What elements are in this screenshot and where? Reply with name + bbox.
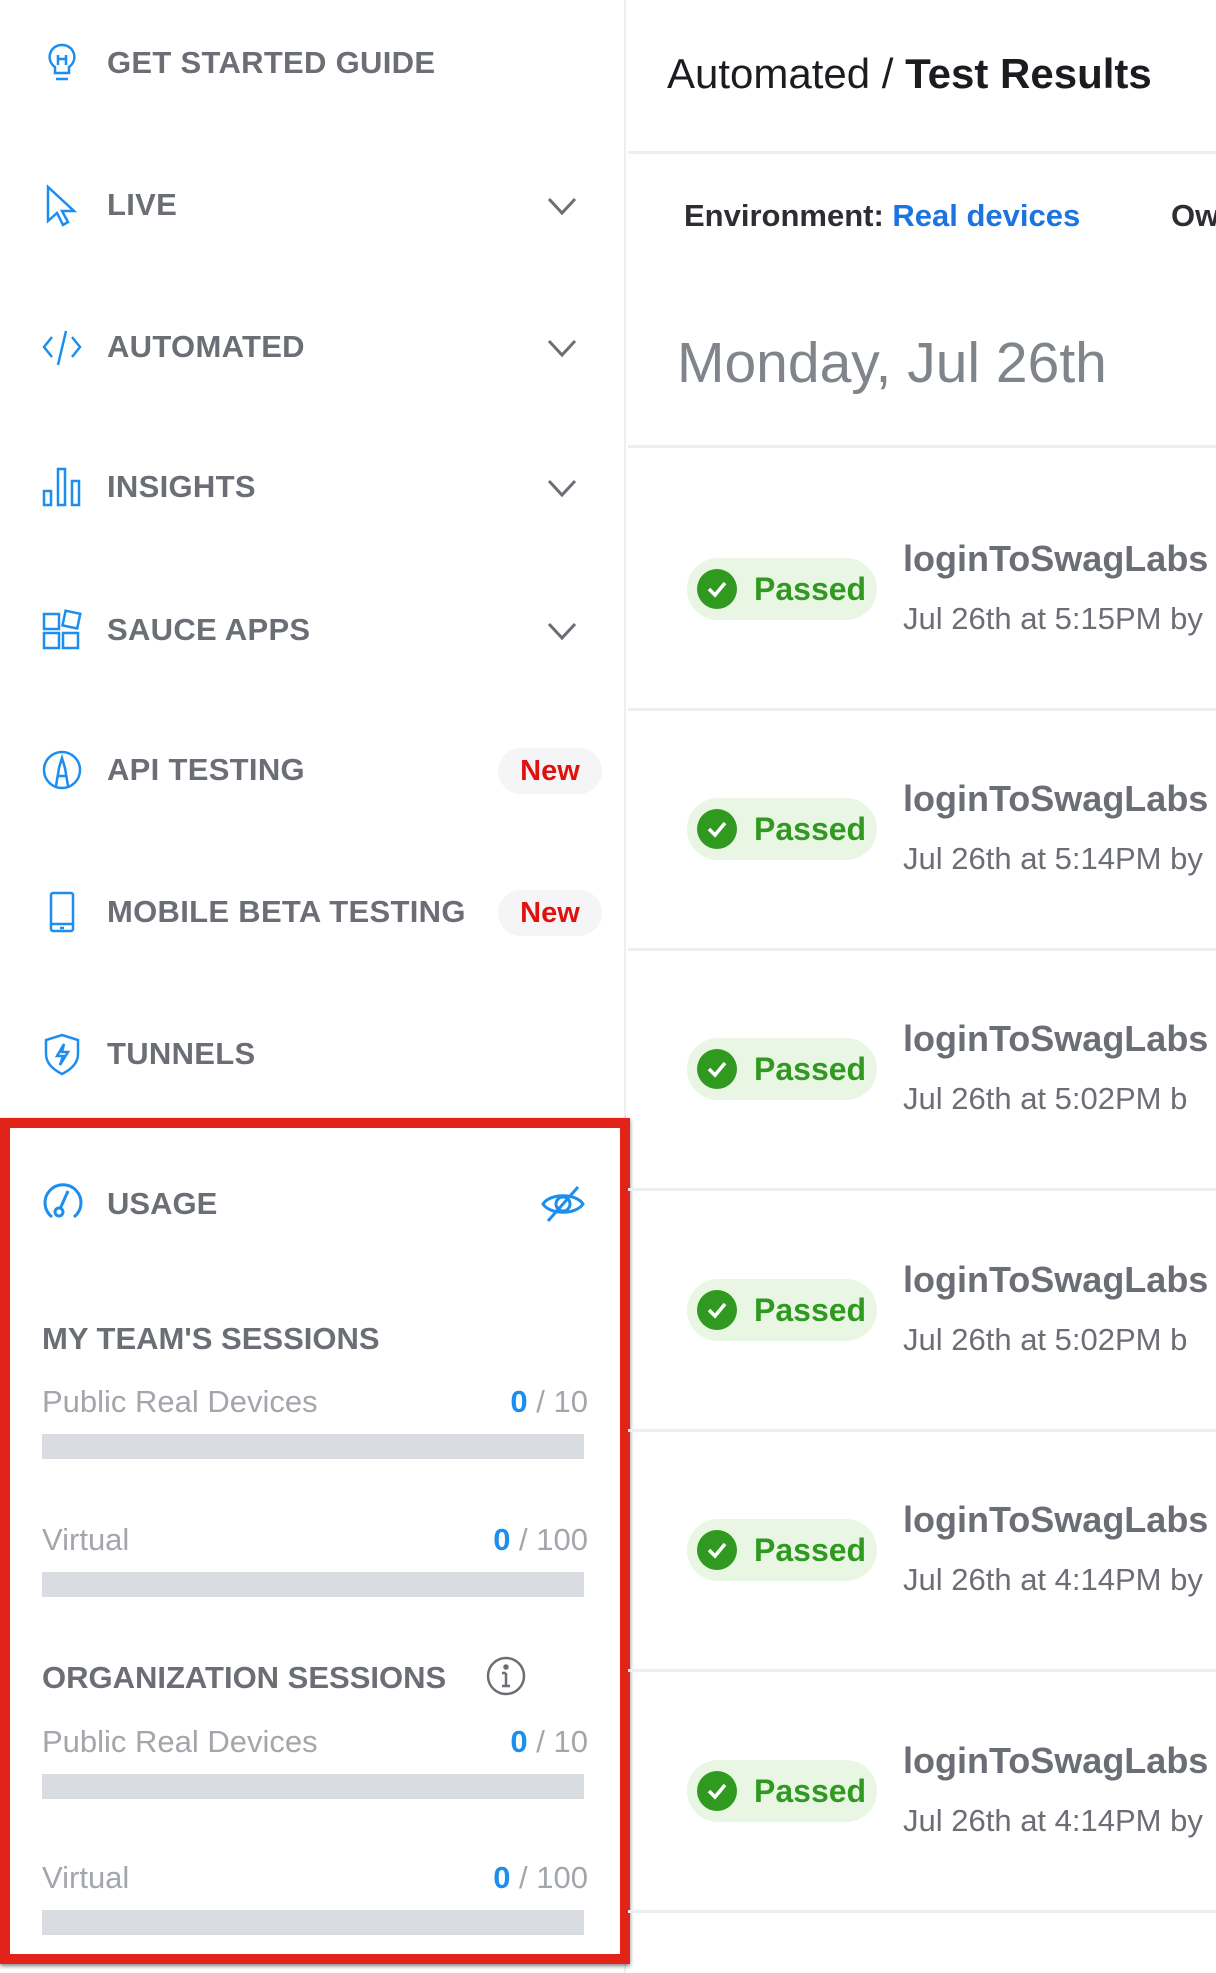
test-meta: Jul 26th at 4:14PM by xyxy=(903,1562,1203,1597)
test-name-link[interactable]: loginToSwagLabs xyxy=(903,1018,1208,1060)
usage-progress-bar xyxy=(42,1434,584,1459)
usage-label: Virtual xyxy=(42,1522,130,1557)
sidebar-item-automated[interactable]: AUTOMATED xyxy=(0,307,626,387)
check-circle-icon xyxy=(697,1049,737,1089)
org-sessions-heading: ORGANIZATION SESSIONS xyxy=(42,1660,447,1695)
new-badge: New xyxy=(498,890,602,936)
check-circle-icon xyxy=(697,1771,737,1811)
usage-label: Public Real Devices xyxy=(42,1384,318,1419)
date-group-heading: Monday, Jul 26th xyxy=(677,331,1107,395)
sidebar-item-label: LIVE xyxy=(107,187,178,222)
chevron-down-icon[interactable] xyxy=(545,331,579,365)
sidebar: GET STARTED GUIDE LIVE AUTOMATED INSIGHT… xyxy=(0,0,630,1973)
sidebar-item-api-testing[interactable]: API TESTING New xyxy=(0,730,626,810)
test-meta: Jul 26th at 5:02PM b xyxy=(903,1081,1188,1116)
new-badge: New xyxy=(498,748,602,794)
sidebar-item-tunnels[interactable]: TUNNELS xyxy=(0,1014,626,1094)
divider xyxy=(628,1910,1216,1913)
eye-slash-icon[interactable] xyxy=(540,1184,586,1224)
breadcrumb-automated[interactable]: Automated / xyxy=(667,50,905,97)
status-badge: Passed xyxy=(687,1038,877,1100)
status-badge: Passed xyxy=(687,1519,877,1581)
status-badge: Passed xyxy=(687,1760,877,1822)
divider xyxy=(628,445,1216,448)
owner-filter[interactable]: Ow xyxy=(1171,198,1216,234)
team-sessions-heading: MY TEAM'S SESSIONS xyxy=(42,1321,380,1356)
test-meta: Jul 26th at 5:02PM b xyxy=(903,1322,1188,1357)
usage-count: 0 / 10 xyxy=(510,1724,588,1759)
test-name-link[interactable]: loginToSwagLabs xyxy=(903,778,1208,820)
status-badge: Passed xyxy=(687,798,877,860)
usage-count: 0 / 100 xyxy=(493,1522,588,1557)
test-result-row[interactable]: Passed loginToSwagLabs Jul 26th at 4:14P… xyxy=(628,1672,1216,1913)
environment-filter[interactable]: Environment: Real devices xyxy=(684,198,1080,234)
bar-chart-icon xyxy=(42,467,81,507)
breadcrumb-current: Test Results xyxy=(905,50,1152,97)
sidebar-item-get-started-guide[interactable]: GET STARTED GUIDE xyxy=(0,23,626,103)
environment-value[interactable]: Real devices xyxy=(892,198,1080,233)
sidebar-item-label: AUTOMATED xyxy=(107,329,305,364)
check-circle-icon xyxy=(697,809,737,849)
test-result-row[interactable]: Passed loginToSwagLabs Jul 26th at 5:15P… xyxy=(628,470,1216,711)
sidebar-item-sauce-apps[interactable]: SAUCE APPS xyxy=(0,590,626,670)
usage-progress-bar xyxy=(42,1774,584,1799)
chevron-down-icon[interactable] xyxy=(545,471,579,505)
page-title: Automated / Test Results xyxy=(667,50,1152,98)
sidebar-item-label: SAUCE APPS xyxy=(107,612,311,647)
usage-label: Public Real Devices xyxy=(42,1724,318,1759)
sidebar-item-insights[interactable]: INSIGHTS xyxy=(0,447,626,527)
check-circle-icon xyxy=(697,1530,737,1570)
test-result-row[interactable]: Passed loginToSwagLabs Jul 26th at 5:14P… xyxy=(628,710,1216,951)
test-name-link[interactable]: loginToSwagLabs xyxy=(903,1740,1208,1782)
usage-title: USAGE xyxy=(107,1186,218,1221)
test-name-link[interactable]: loginToSwagLabs xyxy=(903,1259,1208,1301)
lightbulb-icon xyxy=(48,43,76,81)
test-result-row[interactable]: Passed loginToSwagLabs Jul 26th at 5:02P… xyxy=(628,1191,1216,1432)
shield-bolt-icon xyxy=(44,1033,80,1076)
sidebar-item-mobile-beta-testing[interactable]: MOBILE BETA TESTING New xyxy=(0,872,626,952)
test-meta: Jul 26th at 5:15PM by xyxy=(903,601,1203,636)
test-result-row[interactable]: Passed loginToSwagLabs Jul 26th at 4:14P… xyxy=(628,1431,1216,1672)
code-icon xyxy=(42,330,82,366)
usage-count: 0 / 100 xyxy=(493,1860,588,1895)
cursor-icon xyxy=(46,184,78,227)
chevron-down-icon[interactable] xyxy=(545,614,579,648)
test-meta: Jul 26th at 4:14PM by xyxy=(903,1803,1203,1838)
status-badge: Passed xyxy=(687,1279,877,1341)
test-result-row[interactable]: Passed loginToSwagLabs Jul 26th at 5:02P… xyxy=(628,950,1216,1191)
usage-label: Virtual xyxy=(42,1860,130,1895)
sidebar-item-live[interactable]: LIVE xyxy=(0,165,626,245)
api-icon xyxy=(42,750,82,790)
chevron-down-icon[interactable] xyxy=(545,189,579,223)
usage-progress-bar xyxy=(42,1572,584,1597)
check-circle-icon xyxy=(697,1290,737,1330)
check-circle-icon xyxy=(697,569,737,609)
sidebar-item-label: TUNNELS xyxy=(107,1036,256,1071)
usage-count: 0 / 10 xyxy=(510,1384,588,1419)
gauge-icon xyxy=(43,1183,83,1219)
sidebar-item-label: INSIGHTS xyxy=(107,469,256,504)
sidebar-item-label: MOBILE BETA TESTING xyxy=(107,894,466,929)
status-badge: Passed xyxy=(687,558,877,620)
test-name-link[interactable]: loginToSwagLabs xyxy=(903,538,1208,580)
divider xyxy=(628,151,1216,154)
environment-label: Environment: xyxy=(684,198,893,233)
info-icon[interactable] xyxy=(485,1655,527,1697)
test-meta: Jul 26th at 5:14PM by xyxy=(903,841,1203,876)
main-content: Automated / Test Results Environment: Re… xyxy=(628,0,1216,1973)
test-name-link[interactable]: loginToSwagLabs xyxy=(903,1499,1208,1541)
sidebar-item-label: API TESTING xyxy=(107,752,305,787)
usage-progress-bar xyxy=(42,1910,584,1935)
sidebar-item-label: GET STARTED GUIDE xyxy=(107,45,436,80)
usage-panel: USAGE MY TEAM'S SESSIONS Public Real Dev… xyxy=(0,1118,630,1964)
mobile-icon xyxy=(49,891,75,933)
apps-grid-icon xyxy=(42,609,82,650)
